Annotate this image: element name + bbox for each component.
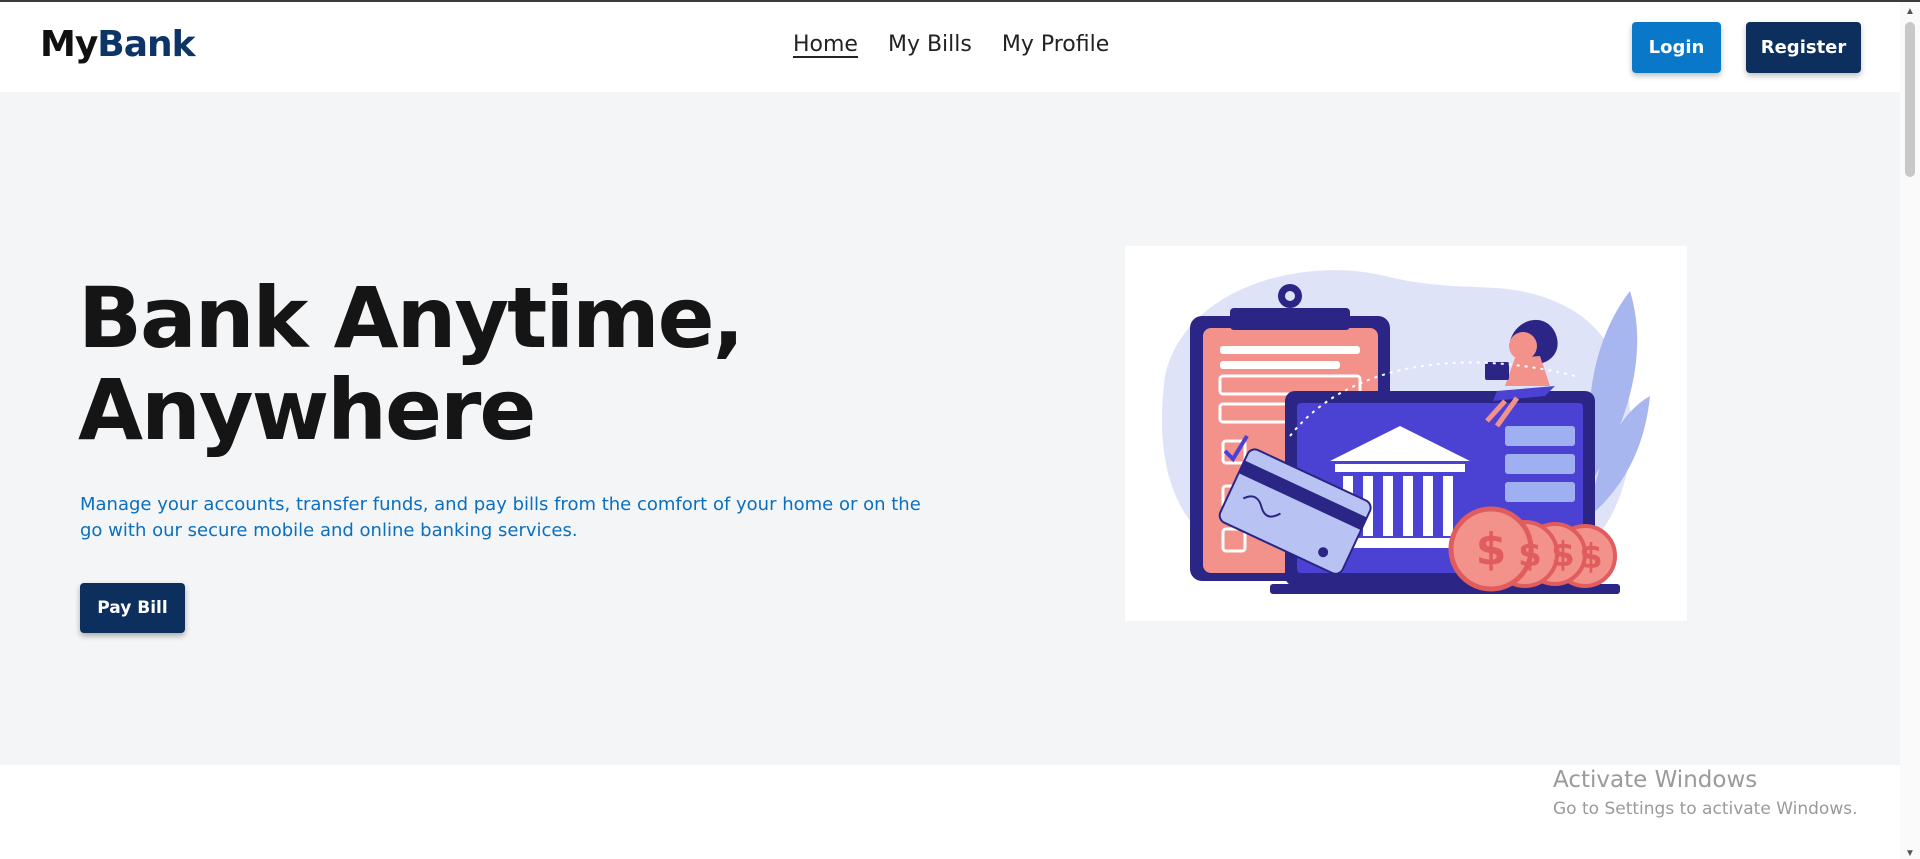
nav-link-my-bills[interactable]: My Bills (888, 32, 972, 57)
svg-text:$: $ (1579, 537, 1603, 577)
main-nav: Home My Bills My Profile (793, 32, 1109, 57)
top-navbar: MyBank Home My Bills My Profile Login Re… (0, 2, 1900, 92)
windows-activation-watermark: Activate Windows Go to Settings to activ… (1553, 767, 1858, 819)
hero-title: Bank Anytime, Anywhere (78, 272, 978, 456)
vertical-scrollbar[interactable]: ▲ ▼ (1900, 2, 1920, 859)
hero-description: Manage your accounts, transfer funds, an… (80, 494, 921, 541)
brand-logo[interactable]: MyBank (40, 24, 196, 65)
brand-logo-part2: Bank (97, 24, 195, 65)
scrollbar-thumb[interactable] (1905, 22, 1915, 177)
banking-illustration-icon: $ $ $ $ (1161, 270, 1650, 594)
scroll-down-arrow-icon[interactable]: ▼ (1905, 848, 1915, 859)
scroll-up-arrow-icon[interactable]: ▲ (1905, 6, 1915, 17)
svg-text:$: $ (1551, 535, 1575, 575)
hero-title-line1: Bank Anytime, (78, 269, 745, 367)
login-button[interactable]: Login (1632, 22, 1721, 73)
svg-text:$: $ (1518, 535, 1542, 575)
pay-bill-button[interactable]: Pay Bill (80, 583, 185, 633)
online-banking-illustration: $ $ $ $ (1125, 246, 1687, 621)
hero-title-line2: Anywhere (78, 361, 536, 459)
hero-section: Bank Anytime, Anywhere Manage your accou… (0, 92, 1900, 765)
svg-text:$: $ (1476, 524, 1507, 575)
brand-logo-part1: My (40, 24, 98, 65)
register-button[interactable]: Register (1746, 22, 1861, 73)
watermark-subtitle: Go to Settings to activate Windows. (1553, 799, 1858, 819)
watermark-title: Activate Windows (1553, 767, 1758, 793)
nav-link-my-profile[interactable]: My Profile (1002, 32, 1109, 57)
nav-link-home[interactable]: Home (793, 32, 858, 57)
